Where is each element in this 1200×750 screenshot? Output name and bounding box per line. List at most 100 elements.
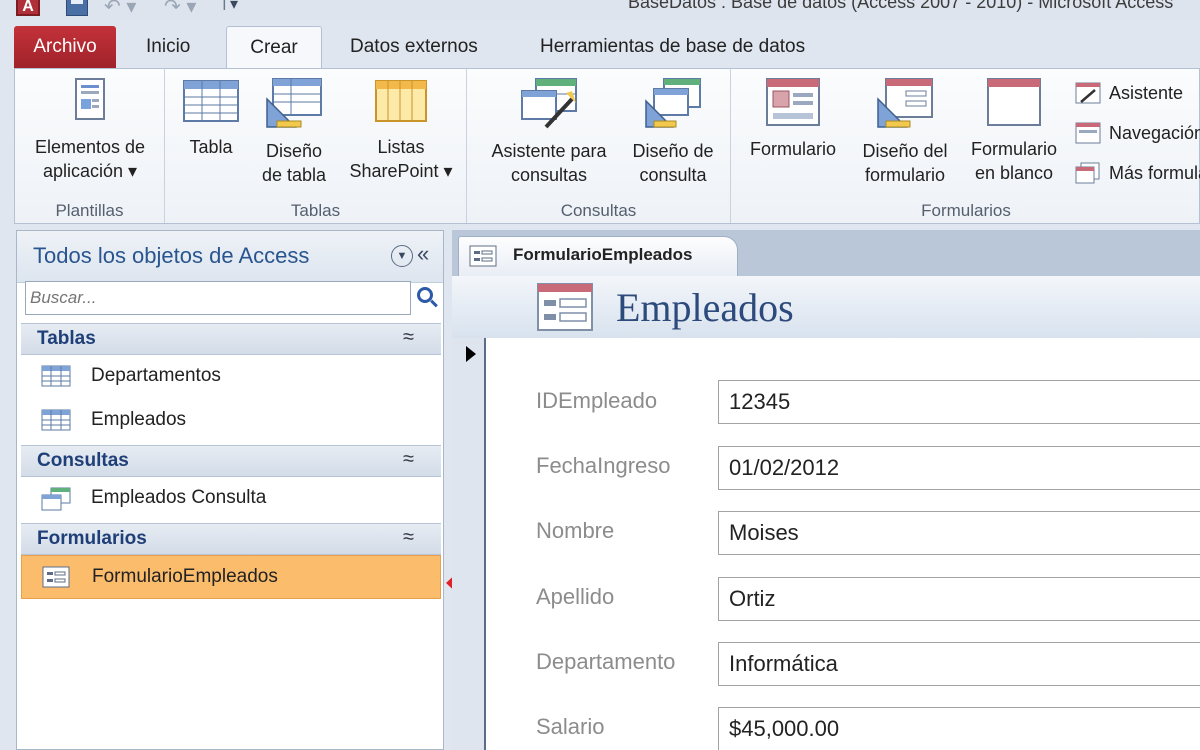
button-label: Formulario xyxy=(970,139,1058,159)
button-label: Más formularios xyxy=(1109,163,1200,183)
collapse-pane-icon[interactable]: « xyxy=(417,241,429,267)
button-label: aplicación ▾ xyxy=(42,161,138,181)
apellido-field[interactable]: Ortiz xyxy=(718,577,1200,621)
group-label: Consultas xyxy=(560,201,637,220)
title-bar: A ↶ ▾ ↷ ▾ | ▾ BaseDatos : Base de datos … xyxy=(0,0,1200,20)
redo-icon[interactable]: ↷ ▾ xyxy=(164,0,196,19)
nav-menu-dropdown-icon[interactable]: ▼ xyxy=(391,245,413,267)
table-icon xyxy=(41,365,71,387)
document-tab-bar: FormularioEmpleados xyxy=(452,230,1200,276)
navigation-pane: Todos los objetos de Access ▼ « Tablas ≈… xyxy=(16,230,444,750)
tab-inicio[interactable]: Inicio xyxy=(130,26,206,68)
form-icon xyxy=(42,566,70,588)
window-title: BaseDatos : Base de datos (Access 2007 -… xyxy=(628,0,1174,12)
diseno-consulta-button[interactable]: Diseño de consulta xyxy=(621,77,725,187)
access-logo-icon[interactable]: A xyxy=(16,0,40,16)
button-label: formulario xyxy=(864,165,946,185)
nav-item-label: FormularioEmpleados xyxy=(92,566,278,587)
ribbon: Elementos de aplicación ▾ Plantillas Tab… xyxy=(14,68,1200,224)
search-icon[interactable] xyxy=(417,287,433,303)
button-label: Asistente xyxy=(1109,83,1184,103)
section-tablas[interactable]: Tablas ≈ xyxy=(21,323,441,355)
form-wizard-icon xyxy=(1075,82,1101,104)
form-design-icon xyxy=(877,78,933,128)
salario-field[interactable]: $45,000.00 xyxy=(718,707,1200,750)
field-label-salario: Salario xyxy=(536,714,605,739)
mas-formularios-button[interactable]: Más formularios xyxy=(1075,159,1200,187)
button-label: Navegación xyxy=(1109,123,1200,143)
document-tab-formularioempleados[interactable]: FormularioEmpleados xyxy=(458,236,738,276)
asistente-consultas-button[interactable]: Asistente para consultas xyxy=(477,77,621,187)
button-label: Elementos de xyxy=(34,137,146,157)
button-label: consultas xyxy=(510,165,588,185)
undo-icon[interactable]: ↶ ▾ xyxy=(104,0,136,19)
fechaingreso-field[interactable]: 01/02/2012 xyxy=(718,446,1200,490)
tabla-button[interactable]: Tabla xyxy=(179,77,243,159)
group-label: Tablas xyxy=(290,201,341,220)
ribbon-tabs: Archivo Inicio Crear Datos externos Herr… xyxy=(0,20,1200,69)
field-label-departamento: Departamento xyxy=(536,649,676,674)
nav-item-formularioempleados[interactable]: FormularioEmpleados xyxy=(21,555,441,599)
tab-herramientas[interactable]: Herramientas de base de datos xyxy=(524,26,821,68)
field-label-fechaingreso: FechaIngreso xyxy=(536,453,671,478)
query-design-icon xyxy=(645,78,701,128)
formulario-blanco-button[interactable]: Formulario en blanco xyxy=(961,77,1067,185)
button-label: Listas xyxy=(377,137,425,157)
sharepoint-list-icon xyxy=(375,80,427,122)
button-label: Diseño de xyxy=(632,141,714,161)
blank-form-icon xyxy=(987,78,1041,126)
form-header: Empleados xyxy=(452,276,1200,338)
button-label: de tabla xyxy=(261,165,327,185)
form-view: Empleados IDEmpleado 12345 FechaIngreso … xyxy=(452,276,1200,750)
group-consultas: Asistente para consultas Diseño de consu… xyxy=(467,69,731,223)
tab-archivo[interactable]: Archivo xyxy=(14,26,116,68)
tab-datos-externos[interactable]: Datos externos xyxy=(334,26,494,68)
elementos-aplicacion-button[interactable]: Elementos de aplicación ▾ xyxy=(21,77,159,183)
nav-search xyxy=(25,281,435,315)
field-label-nombre: Nombre xyxy=(536,518,615,543)
qat-separator: | xyxy=(222,0,227,10)
group-label: Plantillas xyxy=(55,201,124,220)
idempleado-field[interactable]: 12345 xyxy=(718,380,1200,424)
formulario-button[interactable]: Formulario xyxy=(739,77,847,161)
departamento-field[interactable]: Informática xyxy=(718,642,1200,686)
tab-crear[interactable]: Crear xyxy=(226,26,322,69)
diseno-tabla-button[interactable]: Diseño de tabla xyxy=(255,77,333,187)
nav-item-empleados[interactable]: Empleados xyxy=(21,399,441,443)
nombre-field[interactable]: Moises xyxy=(718,511,1200,555)
nav-item-label: Empleados Consulta xyxy=(91,487,267,508)
button-label: Tabla xyxy=(189,137,233,157)
nav-title[interactable]: Todos los objetos de Access xyxy=(33,243,309,269)
button-label: Asistente para xyxy=(491,141,607,161)
button-label: SharePoint ▾ xyxy=(349,161,453,181)
listas-sharepoint-button[interactable]: Listas SharePoint ▾ xyxy=(341,77,461,183)
asistente-formularios-button[interactable]: Asistente xyxy=(1075,79,1183,107)
document-tab-label: FormularioEmpleados xyxy=(513,245,693,264)
navegacion-button[interactable]: Navegación xyxy=(1075,119,1200,147)
save-icon[interactable] xyxy=(66,0,88,16)
button-label: Diseño xyxy=(265,141,323,161)
group-plantillas: Elementos de aplicación ▾ Plantillas xyxy=(15,69,165,223)
table-design-icon xyxy=(266,78,322,128)
form-icon xyxy=(469,245,497,267)
form-icon xyxy=(766,78,820,126)
field-label-idempleado: IDEmpleado xyxy=(536,388,658,413)
table-icon xyxy=(183,80,239,122)
form-header-icon xyxy=(537,283,593,331)
nav-item-label: Empleados xyxy=(91,409,187,430)
group-label: Formularios xyxy=(921,201,1011,220)
group-tablas: Tabla Diseño de tabla Listas SharePoint … xyxy=(165,69,467,223)
search-input[interactable] xyxy=(25,281,411,315)
nav-item-departamentos[interactable]: Departamentos xyxy=(21,355,441,399)
customize-qat-icon[interactable]: ▾ xyxy=(230,0,238,14)
nav-item-empleados-consulta[interactable]: Empleados Consulta xyxy=(21,477,441,521)
chevron-up-icon: ≈ xyxy=(403,326,414,348)
section-label: Tablas xyxy=(37,328,96,349)
record-selector[interactable] xyxy=(452,338,486,750)
diseno-formulario-button[interactable]: Diseño del formulario xyxy=(849,77,961,187)
form-title: Empleados xyxy=(616,285,794,330)
section-consultas[interactable]: Consultas ≈ xyxy=(21,445,441,477)
nav-header: Todos los objetos de Access ▼ « xyxy=(17,231,443,283)
section-formularios[interactable]: Formularios ≈ xyxy=(21,523,441,555)
button-label: en blanco xyxy=(974,163,1054,183)
